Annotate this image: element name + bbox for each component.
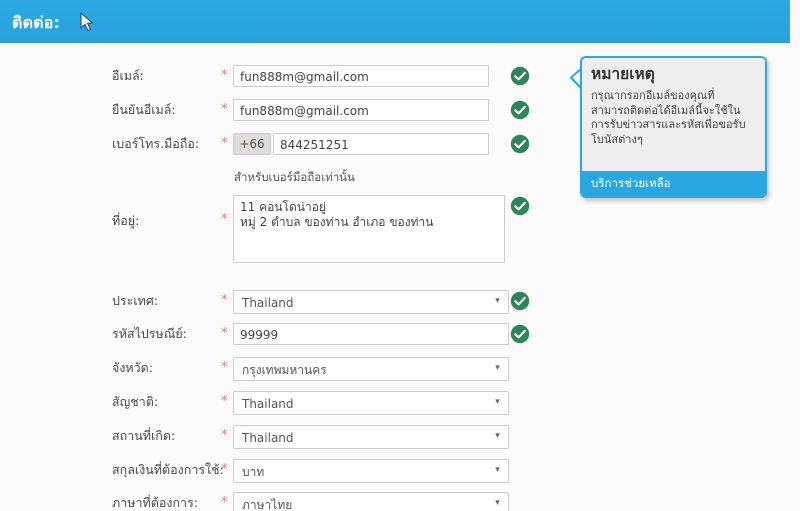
- language-select[interactable]: ภาษาไทย ▾: [233, 492, 509, 511]
- label-country: ประเทศ:: [112, 293, 159, 308]
- note-tooltip-body: หมายเหตุ กรุณากรอกอีเมล์ของคุณที่สามารถต…: [582, 58, 765, 171]
- form-row-email: อีเมล์: * fun888m@gmail.com: [0, 65, 560, 102]
- note-tooltip: หมายเหตุ กรุณากรอกอีเมล์ของคุณที่สามารถต…: [580, 56, 767, 198]
- page-header: ติดต่อ:: [0, 0, 790, 43]
- email-input[interactable]: fun888m@gmail.com: [233, 65, 489, 87]
- chevron-down-icon-province: ▾: [495, 363, 500, 373]
- language-select-value: ภาษาไทย: [242, 498, 293, 511]
- label-email: อีเมล์:: [112, 68, 144, 83]
- form-row-birthplace: สถานที่เกิด: * Thailand ▾: [0, 425, 560, 462]
- label-confirm-email: ยืนยันอีเมล์:: [112, 102, 176, 117]
- form-row-postal-code: รหัสไปรษณีย์: * 99999: [0, 323, 560, 360]
- phone-country-prefix: +66: [233, 133, 271, 155]
- mobile-hint-text: สำหรับเบอร์มือถือเท่านั้น: [234, 170, 355, 184]
- form-row-mobile: เบอร์โทร.มือถือ: * +66 844251251: [0, 133, 560, 170]
- nationality-select-value: Thailand: [242, 397, 294, 411]
- required-marker-email: *: [221, 68, 228, 83]
- birthplace-select-value: Thailand: [242, 431, 294, 445]
- page-root: ติดต่อ: อีเมล์: * fun888m@gmail.com ยืนย…: [0, 0, 800, 511]
- note-tooltip-title: หมายเหตุ: [591, 65, 655, 83]
- valid-check-icon-country: [510, 291, 530, 311]
- form-row-currency: สกุลเงินที่ต้องการใช้: * บาท ▾: [0, 459, 560, 496]
- form-row-province: จังหวัด: * กรุงเทพมหานคร ▾: [0, 357, 560, 394]
- label-address: ที่อยู่:: [112, 213, 140, 228]
- country-select-value: Thailand: [242, 296, 294, 310]
- help-service-link[interactable]: บริการช่วยเหลือ: [582, 171, 765, 196]
- province-select[interactable]: กรุงเทพมหานคร ▾: [233, 357, 509, 381]
- valid-check-icon-postal-code: [510, 324, 530, 344]
- page-title: ติดต่อ:: [12, 13, 61, 32]
- label-mobile: เบอร์โทร.มือถือ:: [112, 136, 200, 151]
- form-row-language: ภาษาที่ต้องการ: * ภาษาไทย ▾: [0, 492, 560, 511]
- required-marker-country: *: [221, 293, 228, 308]
- note-tooltip-text: กรุณากรอกอีเมล์ของคุณที่สามารถติดต่อได้อ…: [591, 89, 746, 146]
- chevron-down-icon-nationality: ▾: [495, 397, 500, 407]
- label-currency: สกุลเงินที่ต้องการใช้:: [112, 462, 224, 477]
- required-marker-mobile: *: [221, 136, 228, 151]
- valid-check-icon-confirm-email: [510, 100, 530, 120]
- required-marker-postal-code: *: [221, 326, 228, 341]
- label-birthplace: สถานที่เกิด:: [112, 428, 176, 443]
- required-marker-currency: *: [221, 462, 228, 477]
- country-select[interactable]: Thailand ▾: [233, 290, 509, 314]
- address-textarea[interactable]: 11 คอนโดน่าอยู่ หมู่ 2 ตำบล ของท่าน อำเภอ…: [233, 195, 505, 263]
- valid-check-icon-email: [510, 66, 530, 86]
- chevron-down-icon-language: ▾: [495, 498, 500, 508]
- mouse-pointer-icon: [80, 12, 93, 32]
- address-line-2: หมู่ 2 ตำบล ของท่าน อำเภอ ของท่าน: [240, 215, 434, 229]
- label-province: จังหวัด:: [112, 360, 154, 375]
- postal-code-input[interactable]: 99999: [233, 323, 509, 345]
- required-marker-birthplace: *: [221, 428, 228, 443]
- form-row-address: ที่อยู่: * 11 คอนโดน่าอยู่ หมู่ 2 ตำบล ขอ…: [0, 195, 560, 274]
- required-marker-language: *: [221, 495, 228, 510]
- valid-check-icon-mobile: [510, 134, 530, 154]
- required-marker-confirm-email: *: [221, 102, 228, 117]
- confirm-email-input[interactable]: fun888m@gmail.com: [233, 99, 489, 121]
- required-marker-address: *: [221, 212, 228, 227]
- currency-select[interactable]: บาท ▾: [233, 459, 509, 483]
- chevron-down-icon-birthplace: ▾: [495, 431, 500, 441]
- mobile-input[interactable]: 844251251: [273, 133, 489, 155]
- birthplace-select[interactable]: Thailand ▾: [233, 425, 509, 449]
- label-postal-code: รหัสไปรษณีย์:: [112, 326, 187, 341]
- form-row-country: ประเทศ: * Thailand ▾: [0, 290, 560, 327]
- province-select-value: กรุงเทพมหานคร: [242, 363, 327, 377]
- address-line-1: 11 คอนโดน่าอยู่: [240, 200, 326, 214]
- label-language: ภาษาที่ต้องการ:: [112, 495, 198, 510]
- form-row-mobile-hint: สำหรับเบอร์มือถือเท่านั้น: [0, 169, 560, 187]
- required-marker-nationality: *: [221, 394, 228, 409]
- form-row-nationality: สัญชาติ: * Thailand ▾: [0, 391, 560, 428]
- chevron-down-icon-country: ▾: [495, 296, 500, 306]
- contact-form: อีเมล์: * fun888m@gmail.com ยืนยันอีเมล์…: [0, 43, 560, 511]
- chevron-down-icon-currency: ▾: [495, 465, 500, 475]
- label-nationality: สัญชาติ:: [112, 394, 159, 409]
- form-row-confirm-email: ยืนยันอีเมล์: * fun888m@gmail.com: [0, 99, 560, 136]
- valid-check-icon-address: [510, 196, 530, 216]
- currency-select-value: บาท: [242, 465, 265, 479]
- required-marker-province: *: [221, 360, 228, 375]
- nationality-select[interactable]: Thailand ▾: [233, 391, 509, 415]
